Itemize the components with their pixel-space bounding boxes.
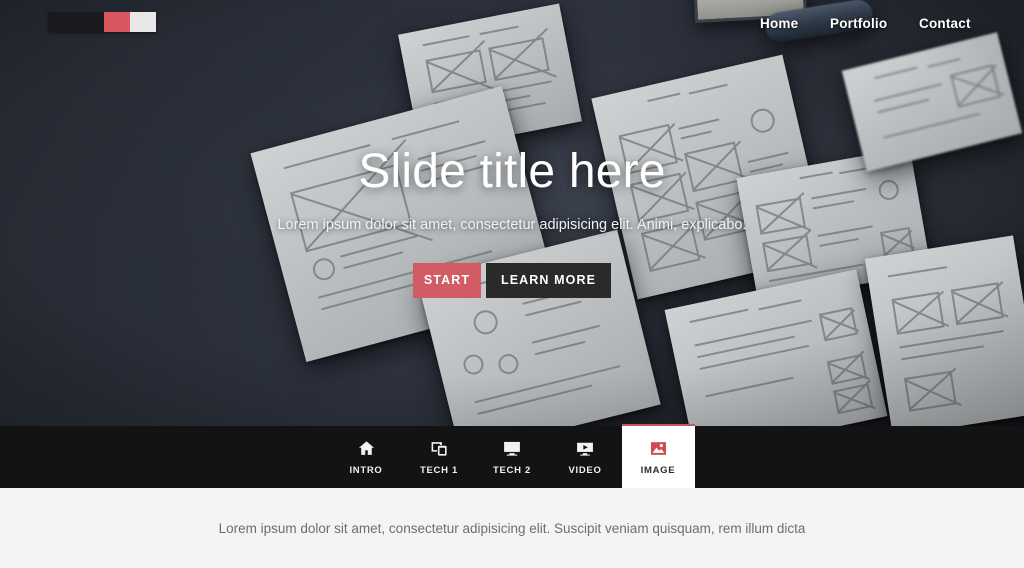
tab-label: IMAGE [640,464,676,476]
tab-image[interactable]: IMAGE [621,424,695,488]
hero-content: Slide title here Lorem ipsum dolor sit a… [0,0,1024,426]
tab-label: VIDEO [568,464,602,476]
slide-tab-bar: INTRO TECH 1 TECH 2 VIDEO IMAGE [0,424,1024,488]
tab-label: TECH 2 [493,464,531,476]
nav-link-contact[interactable]: Contact [919,16,971,31]
site-logo[interactable] [48,12,156,32]
hero-button-group: START LEARN MORE [413,262,611,298]
nav-link-home[interactable]: Home [760,16,798,31]
start-button[interactable]: START [413,262,481,298]
tab-label: TECH 1 [420,464,458,476]
page-title: Slide title here [358,145,666,199]
nav-link-portfolio[interactable]: Portfolio [830,16,887,31]
hero-slide: Home Portfolio Contact Slide title here … [0,0,1024,426]
tab-tech-2[interactable]: TECH 2 [476,426,549,488]
home-icon [355,439,377,459]
lower-description: Lorem ipsum dolor sit amet, consectetur … [218,520,806,536]
lower-section: Lorem ipsum dolor sit amet, consectetur … [0,488,1024,568]
video-player-icon [574,439,596,459]
logo-block-red [104,12,130,32]
slider-page: Home Portfolio Contact Slide title here … [0,0,1024,568]
devices-icon [428,439,450,459]
monitor-icon [501,439,523,459]
tab-video[interactable]: VIDEO [549,426,622,488]
logo-block-white [130,12,156,32]
image-icon [647,439,669,459]
logo-block-dark [48,12,104,32]
learn-more-button[interactable]: LEARN MORE [486,262,611,298]
tab-label: INTRO [349,464,383,476]
site-header: Home Portfolio Contact [0,0,1024,48]
hero-subtitle: Lorem ipsum dolor sit amet, consectetur … [277,217,747,234]
tab-tech-1[interactable]: TECH 1 [403,426,476,488]
tab-intro[interactable]: INTRO [330,426,403,488]
